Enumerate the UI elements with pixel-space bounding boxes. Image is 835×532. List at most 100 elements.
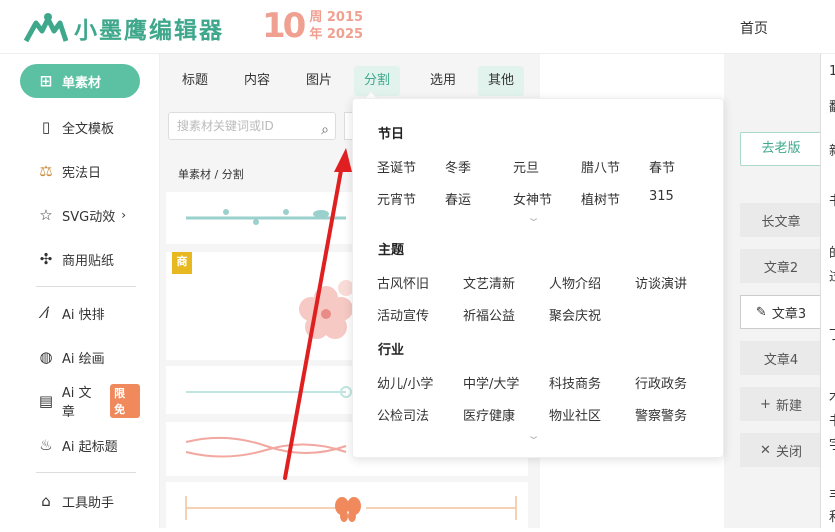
section-title-industry: 行业 [378,343,405,358]
category-celebration[interactable]: 聚会庆祝 [549,305,601,324]
category-laba[interactable]: 腊八节 [581,157,620,176]
article-label: 文章2 [763,260,799,276]
butterfly-divider-graphic [185,496,517,522]
tab-divider[interactable]: 分割 [354,66,401,96]
sidebar-item-label: Ai 快排 [62,307,105,323]
anniversary-line1: 周 2015 [309,10,364,25]
tab-selected[interactable]: 选用 [420,66,466,96]
edge-text: 过 [829,266,835,285]
puzzle-icon: ✣ [39,250,53,268]
close-icon: ✕ [760,442,771,458]
category-property[interactable]: 物业社区 [549,405,601,424]
category-fresh[interactable]: 文艺清新 [463,273,515,292]
category-interview[interactable]: 访谈演讲 [635,273,687,292]
search-placeholder: 搜素材关键词或ID [177,119,274,133]
edge-text: 木 [829,386,835,405]
new-article-button[interactable]: + 新建 [740,387,822,421]
sidebar-item-full-template[interactable]: ▯ 全文模板 [20,110,140,144]
category-promotion[interactable]: 活动宣传 [377,305,429,324]
search-icon[interactable]: ⌕ [321,117,329,143]
edge-text: 书 [829,190,835,209]
tab-title[interactable]: 标题 [172,66,218,96]
category-goddess-day[interactable]: 女神节 [513,189,552,208]
category-tech-business[interactable]: 科技商务 [549,373,601,392]
edit-icon: ✎ [755,304,767,320]
palette-icon: ◍ [39,348,53,366]
expand-chevron-icon[interactable]: ⌄ [526,429,541,442]
sidebar-item-tools[interactable]: ⌂ 工具助手 [20,484,140,518]
fire-icon: ♨ [39,436,53,454]
category-dropdown: 节日 圣诞节 冬季 元旦 腊八节 春节 元宵节 春运 女神节 植树节 315 ⌄… [352,98,724,458]
doc-icon: ▤ [38,392,54,410]
category-spring-festival[interactable]: 春节 [649,157,675,176]
edge-text: 和 [829,506,835,525]
template-icon: ▯ [41,118,51,136]
eagle-logo-icon [23,13,68,43]
logo-text: 小墨鹰编辑器 [74,18,224,44]
category-government[interactable]: 行政政务 [635,373,687,392]
category-spring-travel[interactable]: 春运 [445,189,471,208]
edge-text: 翻 [829,96,835,115]
article-label: 文章4 [763,352,799,368]
category-police[interactable]: 警察警务 [635,405,687,424]
logo[interactable]: 小墨鹰编辑器 [22,8,242,48]
category-medical[interactable]: 医疗健康 [463,405,515,424]
category-profile[interactable]: 人物介绍 [549,273,601,292]
section-title-festival: 节日 [378,127,405,142]
star-icon: ☆ [39,206,53,224]
article-label: 新建 [775,398,802,414]
nav-home-link[interactable]: 首页 [740,18,768,38]
article-tab-4[interactable]: 文章4 [740,341,822,375]
sidebar-item-ai-painting[interactable]: ◍ Ai 绘画 [20,340,140,374]
sidebar-item-svg-animation[interactable]: ☆ SVG动效 › [20,198,140,232]
tab-image[interactable]: 图片 [296,66,342,96]
sidebar-item-single-material[interactable]: ⊞ 单素材 [20,64,140,98]
edge-text: 丁 [829,324,835,343]
gavel-icon: ⚖ [39,162,53,180]
sidebar-item-ai-title[interactable]: ♨ Ai 起标题 [20,428,140,462]
category-arbor-day[interactable]: 植树节 [581,189,620,208]
sidebar-item-ai-layout[interactable]: ⁄i Ai 快排 [20,296,140,330]
header: 小墨鹰编辑器 10 周 2015 年 2025 首页 [0,0,835,54]
free-badge: 限免 [110,384,140,418]
edge-text: 书 [829,410,835,429]
sidebar-item-label: SVG动效 [62,209,116,225]
search-input[interactable]: 搜素材关键词或ID ⌕ [168,112,336,140]
tab-other[interactable]: 其他 [478,66,525,96]
category-judicial[interactable]: 公检司法 [377,405,429,424]
category-315[interactable]: 315 [649,189,674,204]
article-tab-2[interactable]: 文章2 [740,249,822,283]
sidebar-item-constitution-day[interactable]: ⚖ 宪法日 [20,154,140,188]
tab-content[interactable]: 内容 [234,66,280,96]
category-lantern[interactable]: 元宵节 [377,189,416,208]
anniversary-badge: 10 周 2015 年 2025 [262,9,363,43]
sidebar-item-label: 宪法日 [62,165,102,181]
category-winter[interactable]: 冬季 [445,157,471,176]
article-label: 关闭 [775,444,802,460]
category-primary-school[interactable]: 幼儿/小学 [377,373,433,392]
material-card-butterfly[interactable] [166,482,528,528]
editor-edge: 1 翻 新 书 的 过 丁 木 书 宇 丰 和 [820,54,835,528]
article-tab-long[interactable]: 长文章 [740,203,822,237]
sidebar-item-label: Ai 文章 [61,386,92,420]
article-tab-3[interactable]: ✎ 文章3 [740,295,822,329]
category-christmas[interactable]: 圣诞节 [377,157,416,176]
sidebar-item-label: 单素材 [62,75,102,91]
category-vintage[interactable]: 古风怀旧 [377,273,429,292]
category-university[interactable]: 中学/大学 [463,373,519,392]
sidebar: ⊞ 单素材 ▯ 全文模板 ⚖ 宪法日 ☆ SVG动效 › ✣ 商用贴纸 ⁄i A… [0,54,160,528]
expand-chevron-icon[interactable]: ⌄ [526,211,541,224]
old-version-button[interactable]: 去老版 [740,132,822,166]
close-button[interactable]: ✕ 关闭 [740,433,822,467]
sidebar-item-ai-article[interactable]: ▤ Ai 文章 限免 [20,384,140,420]
category-charity[interactable]: 祈福公益 [463,305,515,324]
article-label: 长文章 [761,214,801,230]
anniversary-line2: 年 2025 [309,27,364,42]
sidebar-item-label: Ai 绘画 [62,351,105,367]
sidebar-item-label: 商用贴纸 [62,253,115,269]
sidebar-item-commercial-stickers[interactable]: ✣ 商用贴纸 [20,242,140,276]
edge-text: 的 [829,242,835,261]
category-new-year[interactable]: 元旦 [513,157,539,176]
section-title-theme: 主题 [378,243,405,258]
ai-icon: ⁄i [42,304,50,322]
